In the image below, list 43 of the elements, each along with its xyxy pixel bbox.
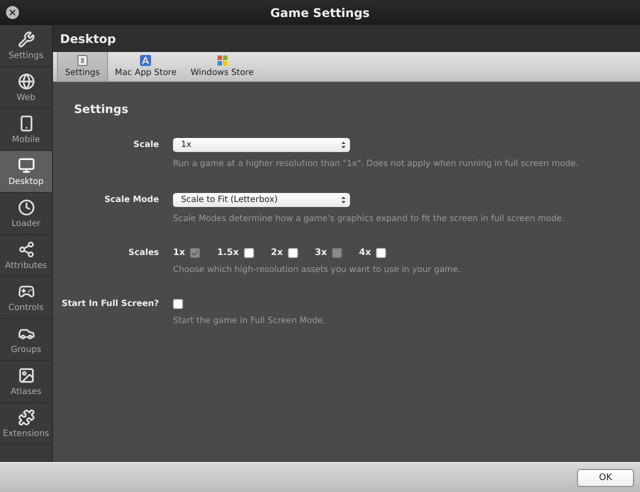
image-icon [18,366,34,384]
app-store-icon [140,55,152,66]
stepper-arrows-icon [341,196,346,204]
help-text: Scale Modes determine how a game's graphics expand to fit the screen in full screen mode. [173,214,566,224]
checkbox[interactable] [376,248,386,258]
stepper-arrows-icon [341,141,346,149]
checkbox-label: 3x [314,248,327,258]
phone-icon [18,114,34,132]
help-text: Start the game in Full Screen Mode. [173,316,326,326]
checkbox-label: 1x [173,248,186,258]
scale-mode-select[interactable]: Scale to Fit (Letterbox) [173,193,350,207]
switch-icon [76,55,88,66]
section-title: Settings [74,102,130,116]
window-title: Game Settings [270,6,370,20]
checkbox[interactable] [244,248,254,258]
scale-select[interactable]: 1x [173,138,350,152]
field-label: Scale [132,140,159,150]
help-text: Run a game at a higher resolution than "1x". Does not apply when running in full screen mode. [173,159,580,169]
field-label: Start In Full Screen? [61,299,159,309]
checkbox[interactable] [173,299,183,309]
checkbox-label: 1.5x [217,248,239,258]
close-button[interactable] [6,6,19,19]
checkbox-label: 4x [358,248,372,258]
gamepad-icon [18,282,34,300]
windows-flag-icon [216,55,228,66]
sidebar-item[interactable]: Desktop [0,151,52,193]
clock-icon [18,198,34,216]
tab[interactable]: Windows Store [184,52,261,81]
tab[interactable]: Settings [57,52,108,81]
ok-button[interactable]: OK [577,468,634,486]
puzzle-icon [18,408,34,426]
tab[interactable]: Mac App Store [108,52,184,81]
monitor-icon [18,156,34,174]
header-title: Desktop [60,32,116,46]
help-text: Choose which high-resolution assets you want to use in your game. [173,265,462,275]
wrench-icon [18,30,34,48]
share-icon [18,240,34,258]
close-icon [8,8,17,17]
checkbox-label: 2x [270,248,283,258]
field-label: Scales [127,248,159,258]
globe-icon [18,72,34,90]
checkbox[interactable] [288,248,298,258]
field-label: Scale Mode [103,195,159,205]
